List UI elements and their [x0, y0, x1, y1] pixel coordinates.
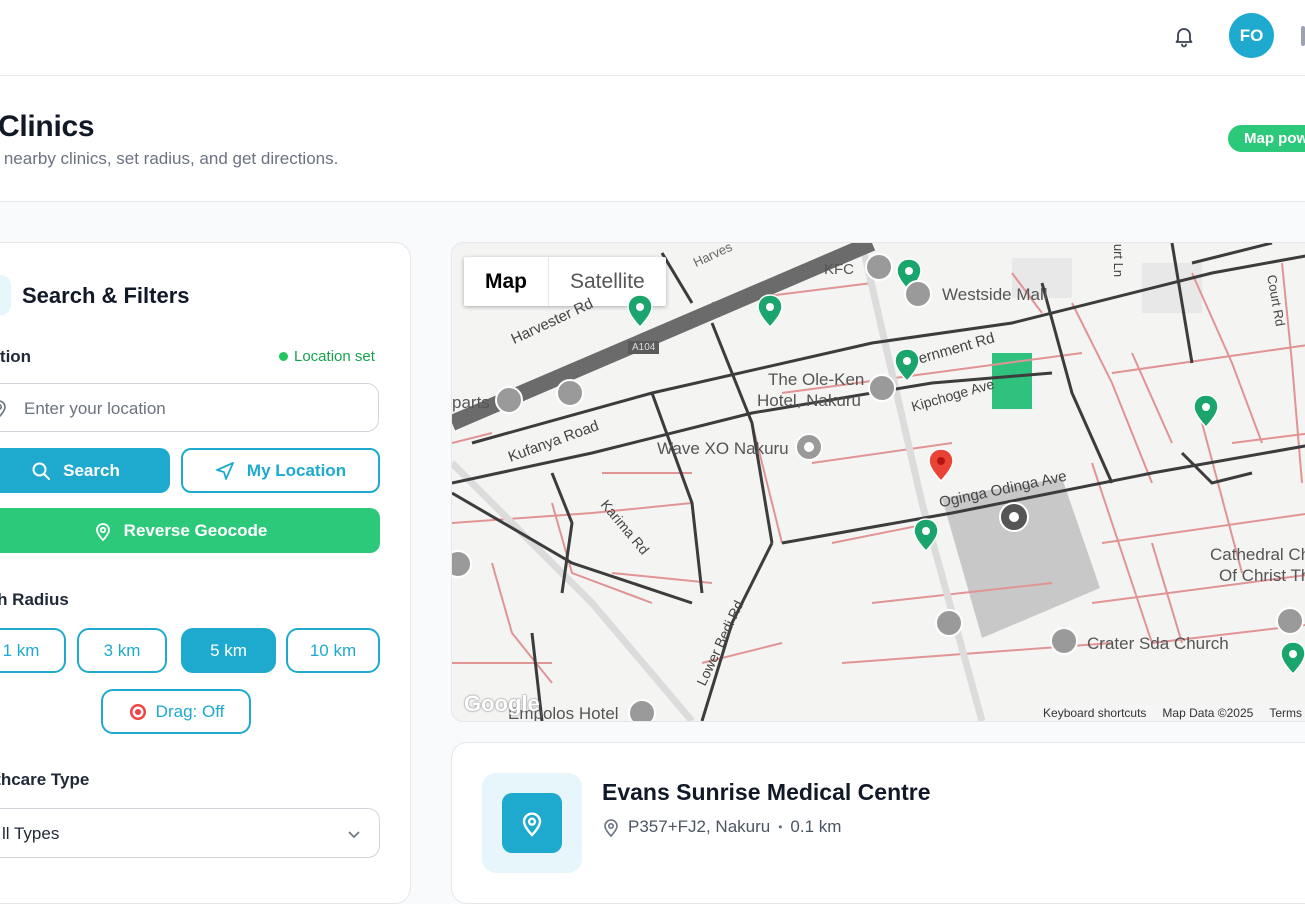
radius-option-1km[interactable]: 1 km	[0, 628, 66, 673]
clinic-distance: 0.1 km	[790, 817, 842, 836]
search-button[interactable]: Search	[0, 448, 170, 493]
radius-option-10km[interactable]: 10 km	[286, 628, 380, 673]
clinic-meta: P357+FJ2, Nakuru • 0.1 km	[602, 817, 841, 837]
menu-icon[interactable]	[1301, 26, 1305, 46]
healthcare-type-value: ll Types	[2, 824, 60, 843]
clinic-marker[interactable]	[913, 518, 939, 553]
poi-marker[interactable]	[935, 609, 963, 637]
clinic-marker[interactable]	[1193, 394, 1219, 429]
radius-option-5km[interactable]: 5 km	[181, 628, 276, 673]
clinic-name: Evans Sunrise Medical Centre	[602, 779, 931, 805]
clinic-icon	[502, 793, 562, 853]
page-subtitle: er nearby clinics, set radius, and get d…	[0, 149, 339, 168]
poi-marker[interactable]	[865, 253, 893, 281]
map-footer: Keyboard shortcuts Map Data ©2025 Terms	[1039, 705, 1305, 721]
map-pin-icon	[522, 812, 542, 837]
clinic-marker[interactable]	[1280, 641, 1305, 676]
clinic-marker[interactable]	[757, 294, 783, 329]
healthcare-type-label: althcare Type	[0, 770, 90, 789]
reverse-geocode-button[interactable]: Reverse Geocode	[0, 508, 380, 553]
google-logo: Google	[464, 691, 540, 716]
terms-link[interactable]: Terms	[1269, 706, 1302, 720]
location-input[interactable]	[22, 395, 366, 423]
map-markers	[452, 253, 1305, 721]
poi-marker[interactable]	[556, 379, 584, 407]
keyboard-shortcuts-link[interactable]: Keyboard shortcuts	[1043, 706, 1146, 720]
clinic-icon-box	[482, 773, 582, 873]
poi-marker[interactable]	[1276, 607, 1304, 635]
poi-marker[interactable]	[628, 699, 656, 721]
status-dot	[279, 352, 288, 361]
location-field[interactable]	[0, 383, 379, 432]
radius-option-3km[interactable]: 3 km	[77, 628, 167, 673]
map-pin-icon	[604, 819, 618, 837]
navigation-icon	[216, 461, 234, 480]
map-data-text: Map Data ©2025	[1162, 706, 1254, 720]
my-location-label: My Location	[246, 460, 347, 480]
panel-title: Search & Filters	[22, 283, 190, 308]
clinic-marker[interactable]	[894, 348, 920, 383]
poi-marker[interactable]	[999, 502, 1029, 532]
poi-marker[interactable]	[904, 280, 932, 308]
filters-icon	[0, 275, 11, 315]
page-header: Clinics er nearby clinics, set radius, a…	[0, 76, 1305, 202]
separator-dot: •	[778, 820, 783, 834]
location-status: Location set	[279, 348, 375, 365]
poi-marker[interactable]	[795, 433, 823, 461]
drag-toggle-label: Drag: Off	[155, 701, 225, 721]
search-filters-panel: Search & Filters cation Location set Sea…	[0, 242, 411, 904]
target-icon	[129, 703, 146, 720]
poi-marker[interactable]	[452, 550, 472, 578]
reverse-geocode-label: Reverse Geocode	[123, 520, 268, 540]
drag-toggle-button[interactable]: Drag: Off	[101, 689, 251, 734]
poi-marker[interactable]	[1050, 627, 1078, 655]
poi-marker[interactable]	[495, 386, 523, 414]
map-pin-icon	[0, 400, 6, 418]
radius-label: rch Radius	[0, 590, 69, 609]
poi-marker[interactable]	[868, 374, 896, 402]
chevron-down-icon	[348, 831, 360, 839]
search-icon	[32, 462, 51, 480]
clinic-address: P357+FJ2, Nakuru	[628, 817, 771, 836]
current-location-marker[interactable]	[928, 448, 954, 483]
my-location-button[interactable]: My Location	[181, 448, 380, 493]
map-view[interactable]: Map Satellite Harvester Rd Harves A104 K…	[451, 242, 1305, 722]
map-badge: Map pow	[1228, 125, 1305, 152]
clinic-card[interactable]: Evans Sunrise Medical Centre P357+FJ2, N…	[451, 742, 1305, 904]
bell-icon[interactable]	[1172, 24, 1196, 48]
avatar[interactable]: FO	[1229, 13, 1274, 58]
search-button-label: Search	[63, 460, 120, 480]
location-label: cation	[0, 347, 32, 366]
clinic-marker[interactable]	[627, 294, 653, 329]
healthcare-type-select[interactable]: ll Types	[0, 808, 380, 858]
map-pin-icon	[95, 522, 110, 541]
top-bar: FO	[0, 0, 1305, 76]
page-title: Clinics	[0, 110, 95, 143]
